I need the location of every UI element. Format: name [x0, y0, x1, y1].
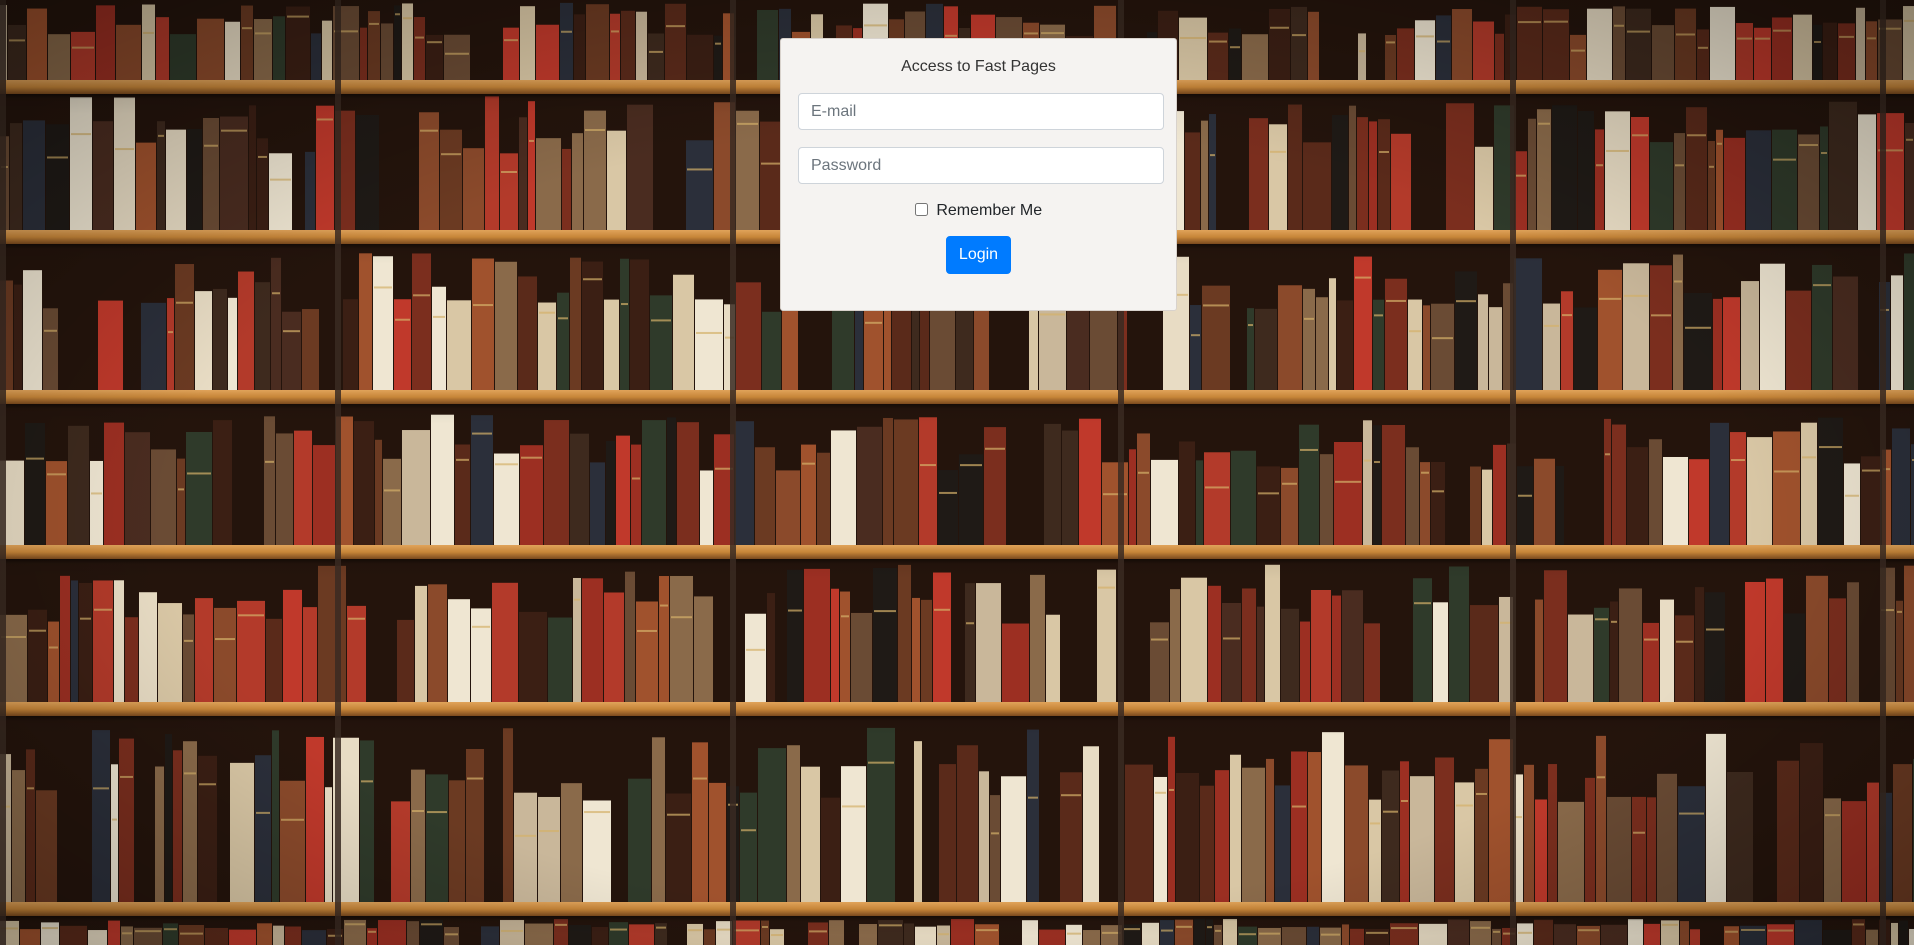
remember-me-row: Remember Me — [798, 201, 1159, 221]
remember-me-label[interactable]: Remember Me — [936, 202, 1042, 219]
login-card: Access to Fast Pages Remember Me Login — [780, 38, 1177, 311]
email-field[interactable] — [798, 93, 1164, 130]
remember-me-checkbox[interactable] — [914, 203, 928, 216]
page: Access to Fast Pages Remember Me Login — [0, 0, 1914, 945]
login-button[interactable]: Login — [945, 236, 1012, 274]
password-field[interactable] — [798, 147, 1164, 184]
login-title: Access to Fast Pages — [901, 58, 1056, 75]
login-button-row: Login — [798, 236, 1159, 274]
